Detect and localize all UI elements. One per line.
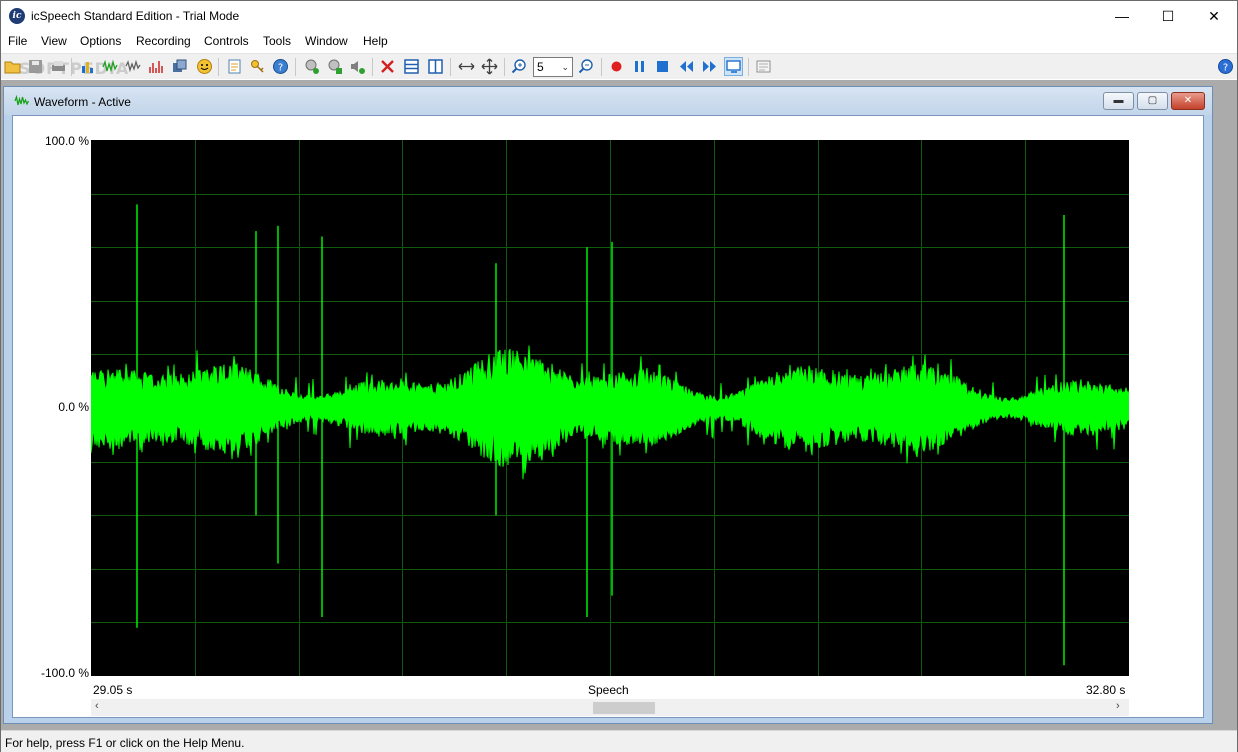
application-window: ic icSpeech Standard Edition - Trial Mod… bbox=[0, 0, 1238, 752]
menu-bar: File View Options Recording Controls Too… bbox=[1, 31, 1237, 52]
smiley-icon[interactable] bbox=[196, 58, 213, 75]
record-icon[interactable] bbox=[608, 58, 625, 75]
tag-speaker-icon[interactable] bbox=[326, 58, 343, 75]
toolbar: SOFTPEDIA ? 5 ⌄ ? bbox=[1, 53, 1237, 79]
move-icon[interactable] bbox=[481, 58, 498, 75]
rewind-icon[interactable] bbox=[678, 58, 695, 75]
x-axis-start-label: 29.05 s bbox=[93, 683, 133, 697]
menu-view[interactable]: View bbox=[41, 34, 67, 48]
child-window-title: Waveform - Active bbox=[34, 95, 131, 109]
scroll-thumb[interactable] bbox=[593, 702, 655, 714]
title-bar: ic icSpeech Standard Edition - Trial Mod… bbox=[1, 1, 1237, 31]
scroll-left-arrow[interactable]: ‹ bbox=[95, 700, 99, 712]
spectrum-icon[interactable] bbox=[125, 58, 142, 75]
windows-icon[interactable] bbox=[171, 58, 188, 75]
toolbar-separator bbox=[748, 58, 749, 76]
y-axis-bottom-label: -100.0 % bbox=[40, 666, 89, 680]
split-vertical-icon[interactable] bbox=[427, 58, 444, 75]
zoom-out-icon[interactable] bbox=[578, 58, 595, 75]
toolbar-separator bbox=[450, 58, 451, 76]
print-icon[interactable] bbox=[50, 58, 67, 75]
toolbar-separator bbox=[601, 58, 602, 76]
open-icon[interactable] bbox=[4, 58, 21, 75]
scroll-right-arrow[interactable]: › bbox=[1116, 700, 1120, 712]
chevron-down-icon: ⌄ bbox=[561, 62, 569, 72]
menu-recording[interactable]: Recording bbox=[136, 34, 191, 48]
minimize-button[interactable]: — bbox=[1099, 1, 1145, 31]
close-button[interactable]: ✕ bbox=[1191, 1, 1237, 31]
toolbar-separator bbox=[372, 58, 373, 76]
menu-options[interactable]: Options bbox=[80, 34, 121, 48]
menu-controls[interactable]: Controls bbox=[204, 34, 249, 48]
fast-forward-icon[interactable] bbox=[701, 58, 718, 75]
waveform-chart bbox=[91, 140, 1129, 676]
toolbar-separator bbox=[71, 58, 72, 76]
menu-file[interactable]: File bbox=[8, 34, 27, 48]
toolbar-separator bbox=[218, 58, 219, 76]
save-icon[interactable] bbox=[27, 58, 44, 75]
about-icon[interactable]: ? bbox=[1217, 58, 1234, 75]
delete-icon[interactable] bbox=[379, 58, 396, 75]
stop-icon[interactable] bbox=[654, 58, 671, 75]
child-maximize-button[interactable]: ▢ bbox=[1137, 92, 1168, 110]
menu-window[interactable]: Window bbox=[305, 34, 348, 48]
menu-tools[interactable]: Tools bbox=[263, 34, 291, 48]
fit-horizontal-icon[interactable] bbox=[458, 58, 475, 75]
y-axis-top-label: 100.0 % bbox=[44, 134, 89, 148]
x-axis-center-label: Speech bbox=[588, 683, 629, 697]
status-text: For help, press F1 or click on the Help … bbox=[5, 736, 245, 750]
waveform-child-window: Waveform - Active ▬ ▢ ✕ 100.0 % 0.0 % -1… bbox=[3, 86, 1213, 724]
waveform-client-area: 100.0 % 0.0 % -100.0 % 29.05 s Speech 32… bbox=[12, 115, 1204, 718]
x-axis-end-label: 32.80 s bbox=[1086, 683, 1126, 697]
zoom-level-select[interactable]: 5 ⌄ bbox=[533, 57, 573, 77]
zoom-in-icon[interactable] bbox=[511, 58, 528, 75]
mdi-workspace: Waveform - Active ▬ ▢ ✕ 100.0 % 0.0 % -1… bbox=[1, 80, 1237, 730]
loop-icon[interactable] bbox=[724, 57, 743, 76]
child-title-bar: Waveform - Active ▬ ▢ ✕ bbox=[4, 87, 1212, 115]
volume-icon[interactable] bbox=[349, 58, 366, 75]
pause-icon[interactable] bbox=[631, 58, 648, 75]
app-logo-icon: ic bbox=[9, 8, 25, 24]
split-horizontal-icon[interactable] bbox=[403, 58, 420, 75]
menu-help[interactable]: Help bbox=[363, 34, 388, 48]
maximize-button[interactable]: ☐ bbox=[1145, 1, 1191, 31]
key-icon[interactable] bbox=[249, 58, 266, 75]
toolbar-separator bbox=[295, 58, 296, 76]
histogram-icon[interactable] bbox=[148, 58, 165, 75]
toolbar-separator bbox=[504, 58, 505, 76]
horizontal-scrollbar[interactable]: ‹ › bbox=[91, 699, 1129, 716]
waveform-icon bbox=[14, 95, 30, 106]
document-icon[interactable] bbox=[755, 58, 772, 75]
bar-meter-icon[interactable] bbox=[79, 58, 96, 75]
child-minimize-button[interactable]: ▬ bbox=[1103, 92, 1134, 110]
window-title: icSpeech Standard Edition - Trial Mode bbox=[31, 9, 240, 23]
waveform-icon[interactable] bbox=[102, 58, 119, 75]
help-icon[interactable]: ? bbox=[272, 58, 289, 75]
svg-text:?: ? bbox=[278, 63, 283, 74]
zoom-level-value: 5 bbox=[537, 60, 544, 74]
svg-text:?: ? bbox=[1223, 63, 1228, 74]
status-bar: For help, press F1 or click on the Help … bbox=[1, 730, 1237, 752]
add-speaker-icon[interactable] bbox=[303, 58, 320, 75]
waveform-plot[interactable] bbox=[91, 140, 1129, 676]
notes-icon[interactable] bbox=[226, 58, 243, 75]
y-axis-zero-label: 0.0 % bbox=[58, 400, 89, 414]
child-close-button[interactable]: ✕ bbox=[1171, 92, 1205, 110]
